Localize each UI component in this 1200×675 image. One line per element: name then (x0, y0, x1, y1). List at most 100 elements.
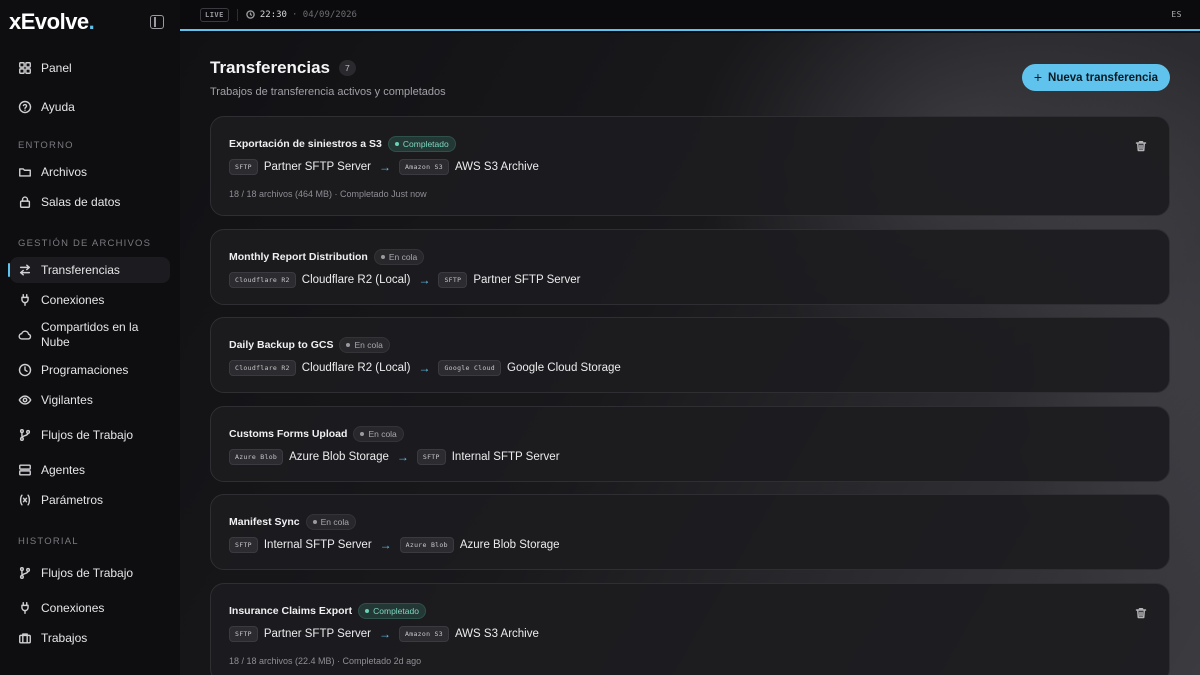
sidebar-item-panel[interactable]: Panel (10, 55, 170, 81)
clock-icon (18, 363, 32, 377)
transfer-card[interactable]: Daily Backup to GCS En cola Cloudflare R2 C… (210, 317, 1170, 393)
trash-icon[interactable] (1135, 606, 1147, 618)
status-label: En cola (320, 517, 349, 527)
grid-icon (18, 61, 32, 75)
cloud-icon (18, 328, 32, 342)
status-badge: En cola (305, 514, 356, 530)
transfer-route: SFTP Partner SFTP Server → Amazon S3 AWS S3 … (229, 625, 1151, 642)
sidebar-item-compartidos-en-la-nube[interactable]: Compartidos en la Nube (10, 317, 170, 353)
transfer-card[interactable]: Manifest Sync En cola SFTP Internal SFTP Se… (210, 494, 1170, 570)
sidebar-item-archivos[interactable]: Archivos (10, 159, 170, 185)
source-type-chip: Azure Blob (229, 448, 284, 465)
status-label: Completado (402, 139, 449, 149)
branch-icon (18, 566, 32, 580)
status-dot-icon (380, 254, 385, 259)
server-icon (18, 463, 32, 477)
status-dot-icon (346, 343, 351, 347)
arrow-right-icon: → (379, 538, 392, 552)
arrow-right-icon: → (379, 160, 392, 174)
transfer-card[interactable]: Monthly Report Distribution En cola Cloudf… (210, 228, 1170, 305)
arrow-right-icon: → (379, 626, 392, 641)
sidebar-item-label: Ayuda (41, 99, 75, 114)
transfer-route: Cloudflare R2 Cloudflare R2 (Local) → Googl… (229, 360, 1151, 376)
transfer-card[interactable]: Customs Forms Upload En cola Azure Blob Azu… (210, 405, 1170, 482)
card-title-row: Exportación de siniestros a S3 Completado (229, 117, 1151, 152)
clock: 22:30 · 04/09/2026 (246, 10, 357, 20)
trash-icon[interactable] (1135, 139, 1147, 152)
briefcase-icon (18, 631, 32, 645)
sidebar-item-conexiones[interactable]: Conexiones (10, 595, 170, 621)
folder-icon (18, 165, 32, 179)
source-type-chip: SFTP (229, 159, 258, 175)
language-switcher[interactable]: ES (1171, 10, 1182, 19)
status-label: En cola (388, 251, 418, 262)
sidebar-item-conexiones[interactable]: Conexiones (10, 287, 170, 313)
clock-date: · 04/09/2026 (291, 9, 357, 20)
sidebar-collapse-icon[interactable] (150, 15, 164, 29)
sidebar: xEvolve. Panel Ayuda ENTORNO Archivos Salas … (0, 0, 180, 675)
transfer-card[interactable]: Insurance Claims Export Completado SFTP Par… (210, 582, 1170, 675)
card-title-row: Monthly Report Distribution En cola (229, 230, 1151, 265)
lock-icon (18, 195, 32, 209)
sidebar-item-label: Transferencias (41, 262, 120, 277)
plug-icon (18, 293, 32, 307)
page-title: Transferencias (210, 58, 331, 77)
section-label-consola: CONSOLA (10, 669, 170, 675)
transfer-list: Exportación de siniestros a S3 Completado… (210, 116, 1170, 675)
transfer-title: Insurance Claims Export (229, 604, 353, 617)
arrow-right-icon: → (418, 272, 431, 287)
source-connection: Cloudflare R2 (Local) (301, 362, 411, 374)
status-badge: Completado (387, 136, 456, 152)
sidebar-item-programaciones[interactable]: Programaciones (10, 357, 170, 383)
destination-connection: Azure Blob Storage (459, 539, 560, 551)
source-type-chip: SFTP (229, 537, 258, 553)
transfer-meta: 18 / 18 archivos (22.4 MB) · Completado … (229, 655, 422, 666)
plus-icon: + (1033, 69, 1043, 85)
divider (236, 8, 238, 21)
sidebar-item-agentes[interactable]: Agentes (10, 457, 170, 483)
sidebar-item-label: Conexiones (41, 600, 105, 615)
card-title-row: Customs Forms Upload En cola (229, 407, 1151, 442)
card-title-row: Daily Backup to GCS En cola (229, 318, 1151, 353)
status-badge: En cola (339, 337, 390, 353)
plug-icon (18, 601, 32, 615)
sidebar-item-salas-de-datos[interactable]: Salas de datos (10, 189, 170, 215)
transfer-card[interactable]: Exportación de siniestros a S3 Completado… (210, 116, 1170, 216)
source-type-chip: Cloudflare R2 (229, 360, 296, 376)
page-subtitle: Trabajos de transferencia activos y comp… (210, 86, 446, 98)
variable-icon (18, 493, 32, 507)
clock-time: 22:30 (259, 9, 287, 20)
sidebar-nav: Panel Ayuda ENTORNO Archivos Salas de datos G… (8, 44, 170, 675)
status-dot-icon (312, 520, 317, 524)
transfer-meta: 18 / 18 archivos (464 MB) · Completado J… (229, 189, 427, 199)
transfer-icon (18, 263, 32, 277)
live-badge: LIVE (200, 7, 229, 22)
sidebar-item-transferencias[interactable]: Transferencias (8, 257, 170, 283)
sidebar-item-flujos-de-trabajo[interactable]: Flujos de Trabajo (10, 417, 170, 453)
transfer-title: Monthly Report Distribution (229, 250, 368, 263)
destination-type-chip: SFTP (438, 271, 468, 288)
status-label: Completado (373, 605, 419, 616)
sidebar-item-vigilantes[interactable]: Vigilantes (10, 387, 170, 413)
sidebar-item-flujos-de-trabajo[interactable]: Flujos de Trabajo (10, 555, 170, 591)
destination-connection: Google Cloud Storage (507, 362, 621, 374)
sidebar-item-label: Panel (41, 60, 72, 75)
logo[interactable]: xEvolve. (9, 9, 95, 35)
sidebar-item-ayuda[interactable]: Ayuda (10, 94, 170, 120)
section-label-historial: HISTORIAL (18, 535, 79, 547)
sidebar-item-trabajos[interactable]: Trabajos (10, 625, 170, 651)
eye-icon (18, 393, 32, 407)
status-badge: En cola (353, 425, 404, 442)
status-dot-icon (360, 431, 365, 436)
sidebar-item-label: Archivos (41, 164, 88, 179)
sidebar-item-label: Parámetros (41, 492, 104, 507)
status-dot-icon (365, 608, 370, 613)
sidebar-item-parametros[interactable]: Parámetros (10, 487, 170, 513)
transfer-route: SFTP Internal SFTP Server → Azure Blob Azure… (229, 537, 1151, 553)
topbar: LIVE 22:30 · 04/09/2026 ES (180, 0, 1200, 31)
count-badge: 7 (339, 60, 356, 76)
new-transfer-button[interactable]: + Nueva transferencia (1021, 64, 1170, 91)
sidebar-item-label: Salas de datos (41, 194, 121, 209)
